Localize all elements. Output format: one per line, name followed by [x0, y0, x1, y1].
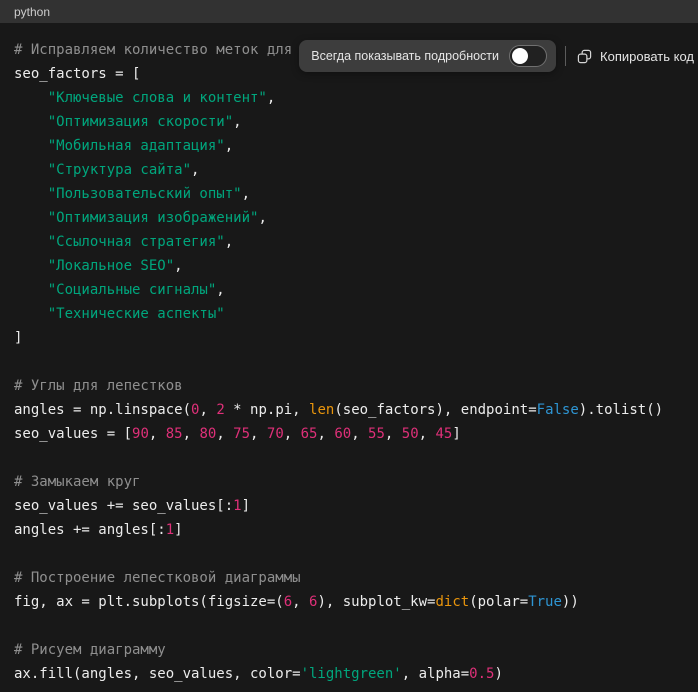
code-line: "Локальное SEO",	[14, 254, 684, 278]
toggle-label: Всегда показывать подробности	[311, 49, 499, 63]
code-content: # Исправляем количество меток для лепест…	[0, 23, 698, 692]
details-toggle-pill: Всегда показывать подробности	[299, 40, 556, 72]
code-line	[14, 542, 684, 566]
code-line: fig, ax = plt.subplots(figsize=(6, 6), s…	[14, 590, 684, 614]
copy-code-label: Копировать код	[600, 49, 694, 64]
code-line: "Пользовательский опыт",	[14, 182, 684, 206]
copy-code-button[interactable]: Копировать код	[575, 49, 696, 64]
code-line: "Оптимизация скорости",	[14, 110, 684, 134]
code-line: "Структура сайта",	[14, 158, 684, 182]
code-line: ]	[14, 326, 684, 350]
code-line: "Оптимизация изображений",	[14, 206, 684, 230]
code-block-header: python	[0, 0, 698, 23]
language-label: python	[14, 5, 50, 19]
floating-toolbar: Всегда показывать подробности Копировать…	[299, 40, 696, 72]
code-line: # Рисуем диаграмму	[14, 638, 684, 662]
code-line	[14, 446, 684, 470]
toggle-knob	[512, 48, 528, 64]
code-line: seo_values = [90, 85, 80, 75, 70, 65, 60…	[14, 422, 684, 446]
code-line: "Социальные сигналы",	[14, 278, 684, 302]
code-line: "Технические аспекты"	[14, 302, 684, 326]
code-line	[14, 614, 684, 638]
toolbar-divider	[565, 46, 566, 66]
code-line: "Мобильная адаптация",	[14, 134, 684, 158]
code-line: # Углы для лепестков	[14, 374, 684, 398]
code-line	[14, 350, 684, 374]
code-block: python # Исправляем количество меток для…	[0, 0, 698, 692]
code-line: angles = np.linspace(0, 2 * np.pi, len(s…	[14, 398, 684, 422]
code-line: "Ключевые слова и контент",	[14, 86, 684, 110]
code-line: # Замыкаем круг	[14, 470, 684, 494]
code-line: angles += angles[:1]	[14, 518, 684, 542]
code-line: # Построение лепестковой диаграммы	[14, 566, 684, 590]
code-line: "Ссылочная стратегия",	[14, 230, 684, 254]
code-line: ax.fill(angles, seo_values, color='light…	[14, 662, 684, 686]
code-line: seo_values += seo_values[:1]	[14, 494, 684, 518]
copy-icon	[577, 49, 592, 64]
details-toggle-switch[interactable]	[509, 45, 547, 67]
